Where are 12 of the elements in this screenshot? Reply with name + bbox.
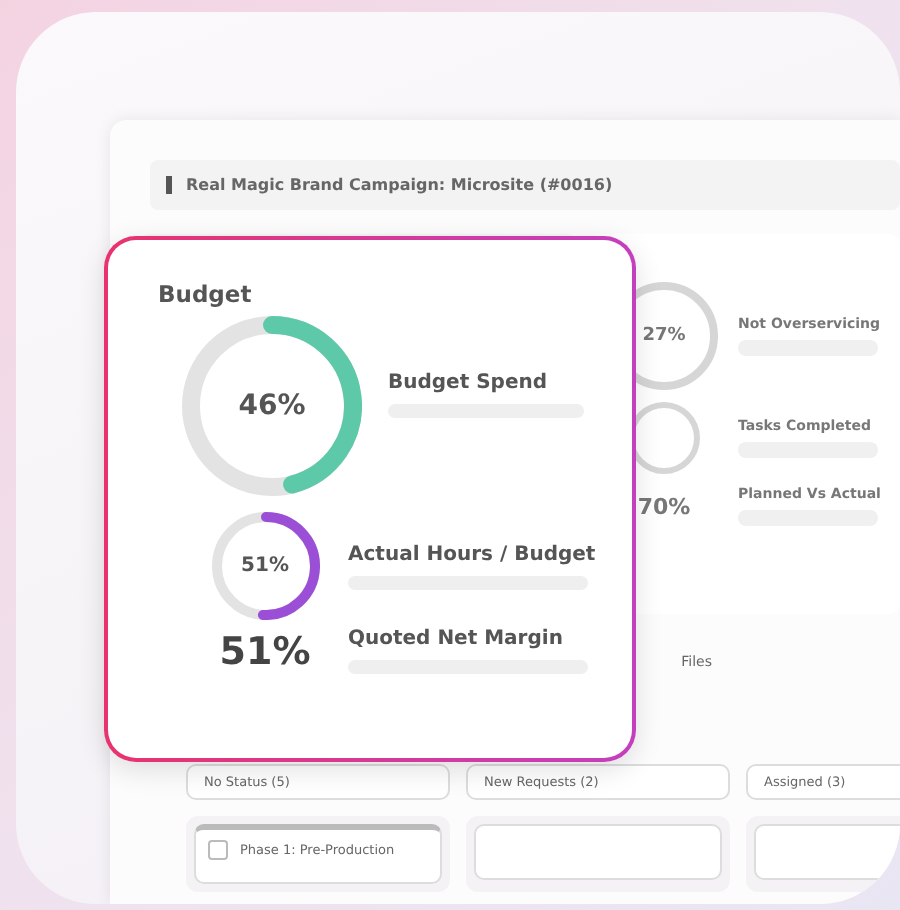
card-title: Budget: [158, 280, 254, 308]
percent-value: 70%: [637, 493, 691, 519]
percent-value: 51%: [239, 555, 291, 577]
metric-label: Actual Hours / Budget: [348, 543, 596, 565]
percent-value: 27%: [640, 326, 688, 346]
percent-value: 46%: [236, 390, 308, 422]
percent-value: 51%: [219, 629, 311, 673]
metric-label: Quoted Net Margin: [348, 628, 565, 650]
window-title: Real Magic Brand Campaign: Microsite (#0016): [166, 176, 884, 194]
ring-track: [211, 512, 319, 620]
checkbox[interactable]: [208, 840, 228, 860]
metric-label: Budget Spend: [388, 371, 550, 393]
